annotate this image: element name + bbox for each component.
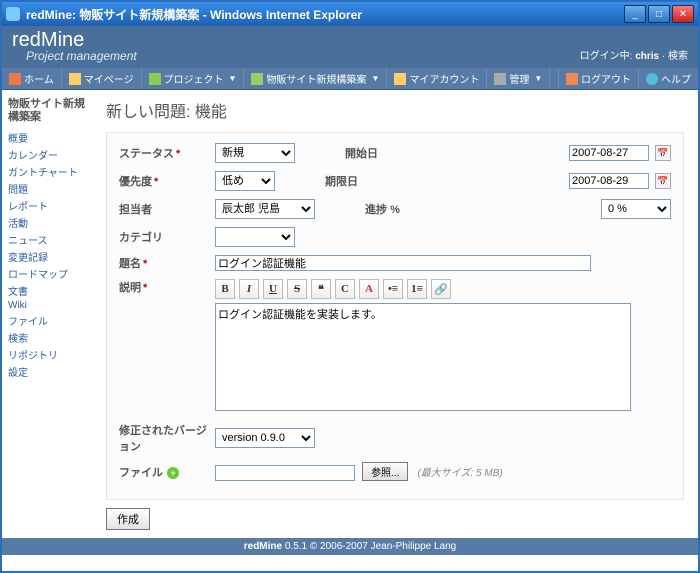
done-select[interactable]: 0 %: [601, 199, 671, 219]
due-date-input[interactable]: [569, 173, 649, 189]
menu-help[interactable]: ヘルプ: [638, 68, 698, 89]
sidebar-item[interactable]: Wiki: [8, 300, 86, 311]
sidebar-item[interactable]: リポジトリ: [8, 347, 86, 362]
ul-button[interactable]: •≡: [383, 279, 403, 299]
label-assignee: 担当者: [119, 201, 215, 217]
menu-admin[interactable]: 管理▼: [487, 68, 550, 89]
label-start: 開始日: [345, 145, 409, 161]
file-input[interactable]: [215, 465, 355, 481]
sidebar-item[interactable]: 変更記録: [8, 249, 86, 264]
menu-logout[interactable]: ログアウト: [558, 68, 638, 89]
menu-project[interactable]: 物販サイト新規構築案▼: [244, 68, 387, 89]
quote-button[interactable]: ❝: [311, 279, 331, 299]
main-menu: ホーム マイページ プロジェクト▼ 物販サイト新規構築案▼ マイアカウント 管理…: [2, 68, 698, 90]
page-title: 新しい問題: 機能: [106, 98, 684, 122]
calendar-icon[interactable]: 📅: [655, 145, 671, 161]
sidebar-item[interactable]: 設定: [8, 364, 86, 379]
login-info: ログイン中: chris · 検索: [580, 47, 688, 62]
category-select[interactable]: [215, 227, 295, 247]
maximize-button[interactable]: □: [648, 5, 670, 23]
help-icon: [646, 73, 658, 85]
file-hint: (最大サイズ: 5 MB): [417, 468, 502, 479]
subject-input[interactable]: [215, 255, 591, 271]
sidebar-item[interactable]: 概要: [8, 130, 86, 145]
project-icon: [251, 73, 263, 85]
sidebar-item[interactable]: 活動: [8, 215, 86, 230]
calendar-icon[interactable]: 📅: [655, 173, 671, 189]
menu-home[interactable]: ホーム: [2, 68, 62, 89]
gear-icon: [494, 73, 506, 85]
add-file-icon[interactable]: +: [167, 467, 179, 479]
label-subject: 題名: [119, 258, 141, 270]
editor-toolbar: B I U S ❝ C A •≡ 1≡ 🔗: [215, 279, 631, 299]
label-status: ステータス: [119, 148, 174, 160]
brand-slogan: Project management: [26, 50, 137, 62]
folder-icon: [149, 73, 161, 85]
link-button[interactable]: 🔗: [431, 279, 451, 299]
chevron-down-icon: ▼: [371, 74, 379, 83]
sidebar-item[interactable]: 文書: [8, 283, 86, 298]
menu-projects[interactable]: プロジェクト▼: [142, 68, 245, 89]
search-link[interactable]: 検索: [668, 51, 688, 62]
label-category: カテゴリ: [119, 229, 215, 245]
sidebar-item[interactable]: 問題: [8, 181, 86, 196]
ol-button[interactable]: 1≡: [407, 279, 427, 299]
sidebar-item[interactable]: レポート: [8, 198, 86, 213]
logout-icon: [566, 73, 578, 85]
label-due: 期限日: [325, 173, 389, 189]
sidebar-item[interactable]: ニュース: [8, 232, 86, 247]
brand-name: redMine: [12, 30, 137, 50]
window-title: redMine: 物販サイト新規構築案 - Windows Internet E…: [26, 6, 622, 23]
menu-mypage[interactable]: マイページ: [62, 68, 142, 89]
ie-icon: [6, 7, 20, 21]
label-version: 修正されたバージョン: [119, 422, 215, 454]
version-select[interactable]: version 0.9.0: [215, 428, 315, 448]
sidebar: 物販サイト新規構築案 概要 カレンダー ガントチャート 問題 レポート 活動 ニ…: [2, 90, 92, 538]
label-description: 説明: [119, 282, 141, 294]
sidebar-title: 物販サイト新規構築案: [8, 98, 86, 124]
brand: redMine Project management: [12, 30, 137, 62]
browse-button[interactable]: 参照...: [362, 462, 408, 481]
description-textarea[interactable]: ログイン認証機能を実装します。: [215, 303, 631, 411]
chevron-down-icon: ▼: [229, 74, 237, 83]
italic-button[interactable]: I: [239, 279, 259, 299]
label-priority: 優先度: [119, 176, 152, 188]
sidebar-item[interactable]: ガントチャート: [8, 164, 86, 179]
menu-account[interactable]: マイアカウント: [387, 68, 487, 89]
code-button[interactable]: C: [335, 279, 355, 299]
chevron-down-icon: ▼: [534, 74, 542, 83]
sidebar-item[interactable]: ファイル: [8, 313, 86, 328]
sidebar-item[interactable]: 検索: [8, 330, 86, 345]
start-date-input[interactable]: [569, 145, 649, 161]
sidebar-item[interactable]: カレンダー: [8, 147, 86, 162]
label-done: 進捗: [365, 204, 387, 216]
issue-form: ステータス* 新規 開始日 📅 優先度* 低め 期限日: [106, 132, 684, 500]
minimize-button[interactable]: _: [624, 5, 646, 23]
close-button[interactable]: ✕: [672, 5, 694, 23]
submit-button[interactable]: 作成: [106, 508, 150, 530]
assignee-select[interactable]: 辰太郎 児島: [215, 199, 315, 219]
user-icon: [69, 73, 81, 85]
strike-button[interactable]: S: [287, 279, 307, 299]
sidebar-item[interactable]: ロードマップ: [8, 266, 86, 281]
app-header: redMine Project management ログイン中: chris …: [2, 26, 698, 68]
footer: redMine 0.5.1 © 2006-2007 Jean-Philippe …: [2, 538, 698, 555]
status-select[interactable]: 新規: [215, 143, 295, 163]
main-content: 新しい問題: 機能 ステータス* 新規 開始日 📅 優先度* 低め: [92, 90, 698, 538]
home-icon: [9, 73, 21, 85]
underline-button[interactable]: U: [263, 279, 283, 299]
color-button[interactable]: A: [359, 279, 379, 299]
bold-button[interactable]: B: [215, 279, 235, 299]
priority-select[interactable]: 低め: [215, 171, 275, 191]
account-icon: [394, 73, 406, 85]
window-titlebar: redMine: 物販サイト新規構築案 - Windows Internet E…: [2, 2, 698, 26]
label-file: ファイル: [119, 467, 163, 479]
